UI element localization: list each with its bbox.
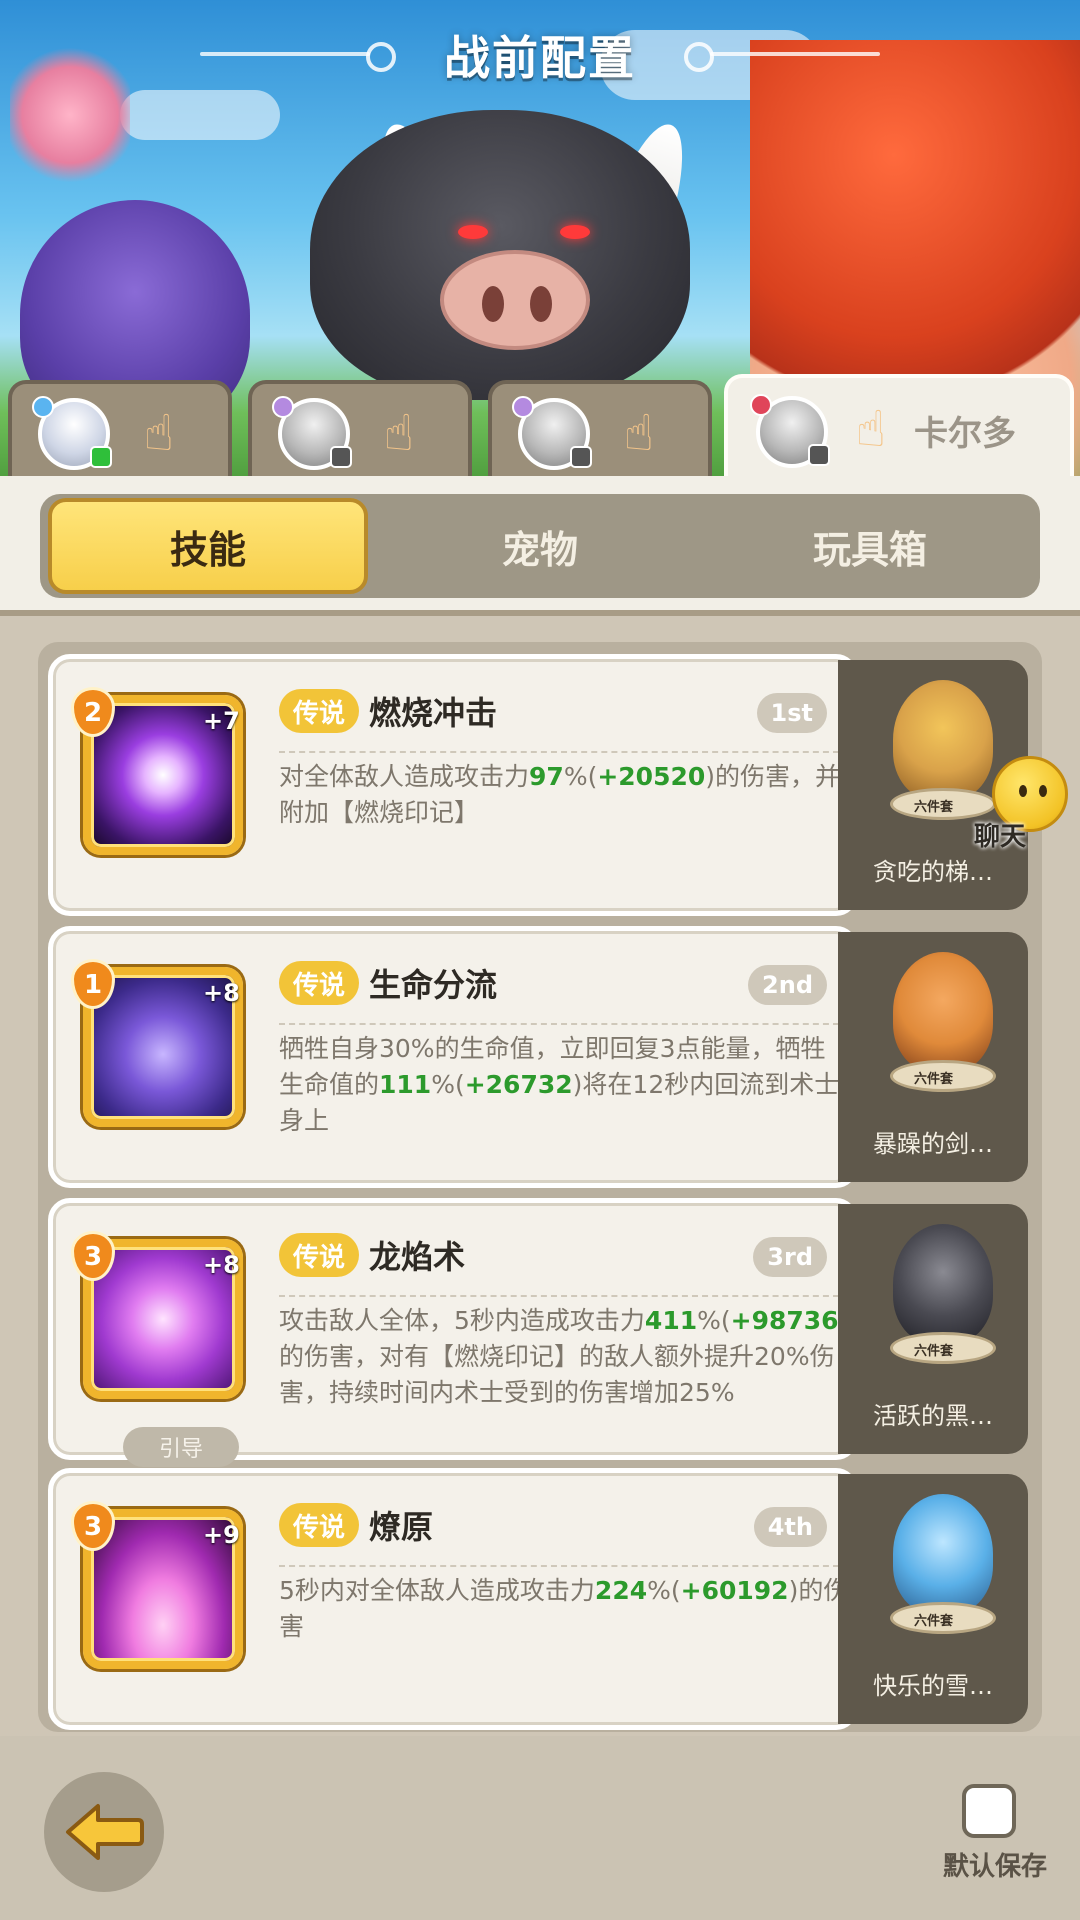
channel-tag: 引导	[123, 1427, 239, 1467]
pet-name: 暴躁的剑…	[873, 1130, 993, 1158]
default-save-checkbox[interactable]	[962, 1784, 1016, 1838]
rarity-badge: 传说	[279, 689, 360, 733]
pet-set-tag: 六件套	[914, 1072, 954, 1087]
main-tab-bar: 技能 宠物 玩具箱	[40, 494, 1040, 598]
divider	[279, 1023, 839, 1025]
skill-card[interactable]: 1 +8 传说 生命分流 2nd 牺牲自身30%的生命值，立即回复3点能量，牺牲…	[48, 926, 858, 1188]
character-tab-4[interactable]: ☝ 卡尔多	[724, 374, 1074, 476]
skill-rank-badge: 3rd	[753, 1237, 827, 1277]
nostril	[482, 286, 504, 322]
class-badge-icon	[512, 396, 534, 418]
status-icon	[570, 446, 592, 468]
skill-row-4: 3 +9 传说 燎原 4th 5秒内对全体敌人造成攻击力224%(+60192)…	[48, 1468, 1028, 1730]
skill-row-3: 3 +8 引导 传说 龙焰术 3rd 攻击敌人全体，5秒内造成攻击力411%(+…	[48, 1198, 1028, 1467]
online-status-icon	[90, 446, 112, 468]
pet-name: 贪吃的梯…	[873, 858, 993, 886]
rarity-badge: 传说	[279, 1503, 360, 1547]
divider	[279, 1295, 839, 1297]
tab-skills[interactable]: 技能	[48, 498, 368, 594]
boar-snout	[440, 250, 590, 350]
skill-row-2: 1 +8 传说 生命分流 2nd 牺牲自身30%的生命值，立即回复3点能量，牺牲…	[48, 926, 1028, 1188]
skill-upgrade-count: +7	[203, 707, 240, 735]
skill-upgrade-count: +8	[203, 979, 240, 1007]
skill-upgrade-count: +9	[203, 1521, 240, 1549]
pet-figure	[893, 680, 993, 800]
character-tab-2[interactable]: ☝	[248, 380, 472, 476]
pet-slot[interactable]: 六件套 快乐的雪…	[838, 1474, 1028, 1724]
page-title: 战前配置	[444, 31, 636, 85]
boar-eye	[458, 225, 488, 239]
divider	[279, 751, 839, 753]
tab-toybox[interactable]: 玩具箱	[710, 494, 1030, 598]
status-icon	[808, 444, 830, 466]
character-name: 卡尔多	[914, 414, 1016, 454]
back-button[interactable]	[44, 1772, 164, 1892]
skill-description: 牺牲自身30%的生命值，立即回复3点能量，牺牲生命值的111%(+26732)将…	[279, 1034, 840, 1135]
pet-figure	[893, 1494, 993, 1614]
cloud	[120, 90, 280, 140]
pet-set-tag: 六件套	[914, 800, 954, 815]
pet-figure	[893, 1224, 993, 1344]
pet-slot[interactable]: 六件套 活跃的黑…	[838, 1204, 1028, 1454]
skill-card[interactable]: 2 +7 传说 燃烧冲击 1st 对全体敌人造成攻击力97%(+20520)的伤…	[48, 654, 858, 916]
boar-eye	[560, 225, 590, 239]
class-badge-icon	[32, 396, 54, 418]
skill-row-1: 2 +7 传说 燃烧冲击 1st 对全体敌人造成攻击力97%(+20520)的伤…	[48, 654, 1028, 916]
nostril	[530, 286, 552, 322]
character-tab-3[interactable]: ☝	[488, 380, 712, 476]
skill-rank-badge: 4th	[753, 1507, 827, 1547]
pet-set-tag: 六件套	[914, 1344, 954, 1359]
pet-name: 快乐的雪…	[873, 1672, 993, 1700]
class-badge-icon	[272, 396, 294, 418]
skill-description: 对全体敌人造成攻击力97%(+20520)的伤害，并附加【燃烧印记】	[279, 762, 841, 827]
default-save-label: 默认保存	[942, 1852, 1047, 1882]
skill-rank-badge: 1st	[756, 693, 827, 733]
skill-rank-badge: 2nd	[748, 965, 827, 1005]
like-hand-icon[interactable]: ☝	[372, 400, 426, 466]
rarity-badge: 传说	[279, 961, 360, 1005]
chat-eye	[1019, 785, 1027, 797]
like-hand-icon[interactable]: ☝	[612, 400, 666, 466]
skill-description: 攻击敌人全体，5秒内造成攻击力411%(+98736)的伤害，对有【燃烧印记】的…	[279, 1306, 848, 1407]
like-hand-icon[interactable]: ☝	[132, 400, 186, 466]
pet-set-tag: 六件套	[914, 1614, 954, 1629]
skill-upgrade-count: +8	[203, 1251, 240, 1279]
skill-card[interactable]: 3 +9 传说 燎原 4th 5秒内对全体敌人造成攻击力224%(+60192)…	[48, 1468, 858, 1730]
tab-pets[interactable]: 宠物	[380, 494, 700, 598]
skill-name: 燎原	[369, 1508, 434, 1546]
chat-eye	[1039, 785, 1047, 797]
skill-card[interactable]: 3 +8 引导 传说 龙焰术 3rd 攻击敌人全体，5秒内造成攻击力411%(+…	[48, 1198, 858, 1467]
character-tabs: ☝ ☝ ☝ ☝ 卡尔多	[0, 374, 1080, 476]
skill-name: 龙焰术	[369, 1238, 466, 1276]
status-icon	[330, 446, 352, 468]
pet-name: 活跃的黑…	[873, 1402, 993, 1430]
back-arrow-icon	[66, 1804, 144, 1860]
pet-slot[interactable]: 六件套 暴躁的剑…	[838, 932, 1028, 1182]
character-tab-1[interactable]: ☝	[8, 380, 232, 476]
skill-name: 燃烧冲击	[369, 694, 498, 732]
skill-name: 生命分流	[369, 966, 498, 1004]
rarity-badge: 传说	[279, 1233, 360, 1277]
class-badge-icon	[750, 394, 772, 416]
chat-label[interactable]: 聊天	[974, 816, 1026, 853]
pet-figure	[893, 952, 993, 1072]
like-hand-icon[interactable]: ☝	[844, 396, 898, 462]
skill-description: 5秒内对全体敌人造成攻击力224%(+60192)的伤害	[279, 1576, 849, 1641]
divider	[279, 1565, 839, 1567]
